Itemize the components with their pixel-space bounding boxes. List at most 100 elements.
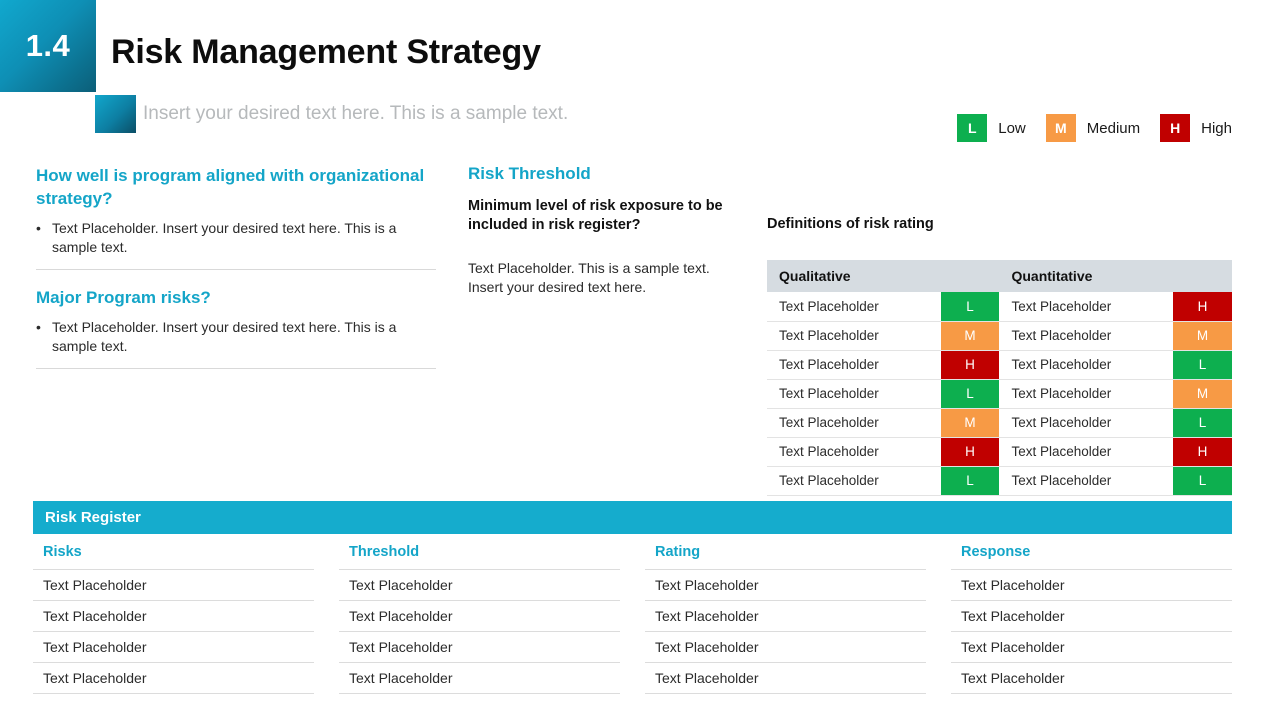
risk-register-column: Threshold Text Placeholder Text Placeholde… [339, 540, 620, 694]
legend-item-high: H High [1160, 114, 1232, 142]
alignment-bullet-text: Text Placeholder. Insert your desired te… [52, 220, 397, 255]
risk-register-column-heading: Risks [43, 544, 82, 560]
table-row: Text Placeholder H Text Placeholder H [767, 437, 1232, 467]
quantitative-rating-badge: L [1173, 350, 1232, 380]
risk-register-column-heading: Response [961, 544, 1031, 560]
major-risks-heading: Major Program risks? [36, 288, 211, 307]
legend-label-high: High [1201, 119, 1232, 137]
legend-item-medium: M Medium [1045, 114, 1141, 142]
quantitative-rating-badge: L [1173, 466, 1232, 496]
qualitative-text-cell: Text Placeholder [767, 466, 941, 496]
quantitative-rating-badge: M [1173, 321, 1232, 351]
divider [36, 269, 436, 270]
legend-chip-low: L [957, 114, 988, 142]
risk-rating-definitions: Definitions of risk rating Qualitative Q… [767, 216, 1232, 496]
risk-register-cell[interactable]: Text Placeholder [33, 631, 314, 662]
qualitative-rating-badge: H [940, 437, 1000, 467]
major-risks-block: Major Program risks? • Text Placeholder.… [36, 286, 436, 369]
risk-register-column-heading: Rating [655, 544, 701, 560]
legend-chip-high: H [1160, 114, 1191, 142]
table-row: Text Placeholder H Text Placeholder L [767, 350, 1232, 380]
risk-threshold-heading: Risk Threshold [468, 164, 591, 183]
risk-register-column: Rating Text Placeholder Text Placeholder Te… [645, 540, 926, 694]
risk-register-cell[interactable]: Text Placeholder [951, 600, 1232, 631]
risk-rating-table: Qualitative Quantitative Text Placeholde… [767, 260, 1232, 496]
bullet-dot-icon: • [36, 220, 41, 236]
risk-register-cell[interactable]: Text Placeholder [33, 600, 314, 631]
legend-item-low: L Low [957, 114, 1026, 142]
risk-register-cell[interactable]: Text Placeholder [645, 631, 926, 662]
legend-chip-medium: M [1045, 114, 1076, 142]
risk-register-title: Risk Register [45, 509, 141, 526]
risk-register-grid: Risks Text Placeholder Text Placeholder Tex… [33, 540, 1232, 694]
slide-number: 1.4 [25, 28, 71, 63]
quantitative-rating-badge: H [1173, 292, 1232, 322]
slide-number-badge: 1.4 [0, 0, 96, 92]
quantitative-text-cell: Text Placeholder [999, 321, 1174, 351]
quantitative-text-cell: Text Placeholder [999, 350, 1174, 380]
page-subtitle: Insert your desired text here. This is a… [143, 103, 569, 124]
legend-label-medium: Medium [1086, 119, 1141, 137]
risk-threshold-section: Risk Threshold Minimum level of risk exp… [468, 164, 738, 297]
qualitative-rating-badge: H [940, 350, 1000, 380]
divider [36, 368, 436, 369]
table-row: Text Placeholder L Text Placeholder H [767, 292, 1232, 322]
definitions-title: Definitions of risk rating [767, 216, 934, 232]
risk-register-column: Risks Text Placeholder Text Placeholder Tex… [33, 540, 314, 694]
table-row: Text Placeholder L Text Placeholder M [767, 379, 1232, 409]
alignment-question-heading: How well is program aligned with organiz… [36, 166, 425, 208]
quantitative-rating-badge: M [1173, 379, 1232, 409]
risk-register-column: Response Text Placeholder Text Placeholder… [951, 540, 1232, 694]
quantitative-text-cell: Text Placeholder [999, 437, 1174, 467]
risk-register-bar: Risk Register [33, 501, 1232, 534]
risk-register-cell[interactable]: Text Placeholder [33, 662, 314, 694]
risk-register-cell[interactable]: Text Placeholder [339, 631, 620, 662]
risk-register-cell[interactable]: Text Placeholder [339, 662, 620, 694]
risk-register-cell[interactable]: Text Placeholder [951, 631, 1232, 662]
major-risks-bullet: • Text Placeholder. Insert your desired … [36, 318, 436, 356]
column-header-quantitative: Quantitative [999, 260, 1232, 292]
alignment-bullet: • Text Placeholder. Insert your desired … [36, 219, 436, 257]
page-title: Risk Management Strategy [111, 33, 541, 71]
risk-register-column-heading: Threshold [349, 544, 420, 560]
qualitative-rating-badge: M [940, 321, 1000, 351]
qualitative-text-cell: Text Placeholder [767, 379, 941, 409]
qualitative-rating-badge: L [940, 379, 1000, 409]
bullet-dot-icon: • [36, 319, 41, 335]
risk-threshold-subheading: Minimum level of risk exposure to be inc… [468, 198, 723, 233]
table-header-row: Qualitative Quantitative [767, 260, 1232, 292]
alignment-question-block: How well is program aligned with organiz… [36, 164, 436, 270]
major-risks-bullet-text: Text Placeholder. Insert your desired te… [52, 319, 397, 354]
slide-root: 1.4 Risk Management Strategy Insert your… [0, 0, 1280, 720]
quantitative-text-cell: Text Placeholder [999, 408, 1174, 438]
column-header-qualitative: Qualitative [767, 260, 1000, 292]
risk-register-cell[interactable]: Text Placeholder [951, 569, 1232, 600]
quantitative-text-cell: Text Placeholder [999, 466, 1174, 496]
quantitative-rating-badge: L [1173, 408, 1232, 438]
risk-register-cell[interactable]: Text Placeholder [33, 569, 314, 600]
risk-register-cell[interactable]: Text Placeholder [645, 569, 926, 600]
table-row: Text Placeholder L Text Placeholder L [767, 466, 1232, 496]
table-row: Text Placeholder M Text Placeholder L [767, 408, 1232, 438]
left-column: How well is program aligned with organiz… [36, 164, 436, 369]
risk-register-cell[interactable]: Text Placeholder [645, 662, 926, 694]
risk-legend: L Low M Medium H High [957, 114, 1232, 142]
qualitative-text-cell: Text Placeholder [767, 408, 941, 438]
subtitle-accent-box [95, 95, 136, 133]
qualitative-text-cell: Text Placeholder [767, 321, 941, 351]
qualitative-text-cell: Text Placeholder [767, 350, 941, 380]
qualitative-rating-badge: M [940, 408, 1000, 438]
quantitative-rating-badge: H [1173, 437, 1232, 467]
risk-register-cell[interactable]: Text Placeholder [951, 662, 1232, 694]
risk-threshold-body: Text Placeholder. This is a sample text.… [468, 260, 710, 295]
quantitative-text-cell: Text Placeholder [999, 379, 1174, 409]
quantitative-text-cell: Text Placeholder [999, 292, 1174, 322]
qualitative-text-cell: Text Placeholder [767, 292, 941, 322]
qualitative-rating-badge: L [940, 466, 1000, 496]
risk-register-cell[interactable]: Text Placeholder [339, 600, 620, 631]
table-row: Text Placeholder M Text Placeholder M [767, 321, 1232, 351]
qualitative-rating-badge: L [940, 292, 1000, 322]
risk-register-cell[interactable]: Text Placeholder [645, 600, 926, 631]
risk-register-cell[interactable]: Text Placeholder [339, 569, 620, 600]
legend-label-low: Low [998, 119, 1026, 137]
